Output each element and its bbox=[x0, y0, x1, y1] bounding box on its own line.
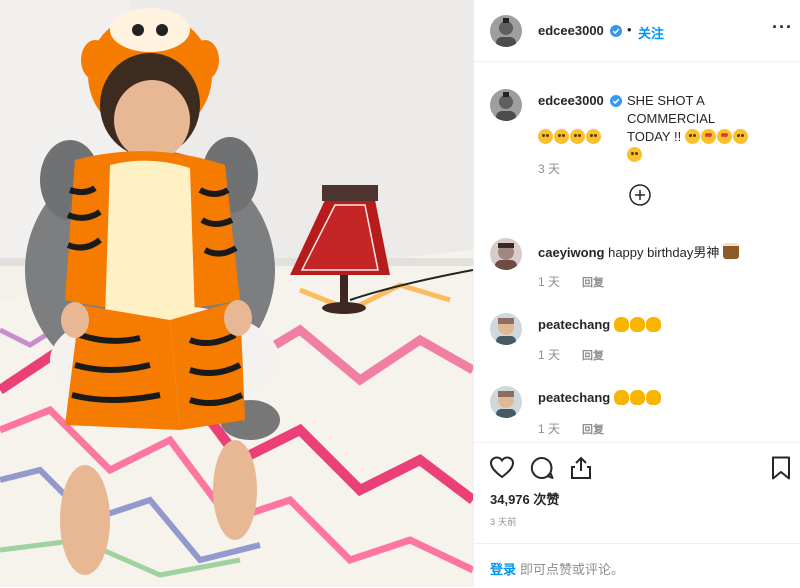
clap-emoji-icon bbox=[613, 390, 629, 405]
comment-item: peatechang bbox=[538, 317, 662, 332]
grinning-emoji-icon bbox=[684, 129, 700, 144]
login-prompt: 登录 即可点赞或评论。 bbox=[474, 543, 800, 588]
login-link[interactable]: 登录 bbox=[490, 559, 516, 578]
comment-item: caeyiwong happy birthday男神 bbox=[538, 242, 739, 261]
comment-icon[interactable] bbox=[529, 455, 555, 481]
heart-eyes-emoji-icon bbox=[700, 129, 716, 144]
tongue-emoji-icon bbox=[732, 129, 748, 144]
caption-time[interactable]: 3 天 bbox=[538, 160, 560, 177]
comment-username[interactable]: peatechang bbox=[538, 317, 610, 332]
caption-text: SHE SHOT A COMMERCIAL TODAY !! bbox=[627, 92, 757, 164]
clap-emoji-icon bbox=[613, 317, 629, 332]
comment-time[interactable]: 1 天 bbox=[538, 420, 560, 437]
load-more-icon[interactable] bbox=[629, 184, 651, 206]
blush-emoji-icon bbox=[554, 129, 569, 144]
clap-emoji-icon bbox=[629, 390, 645, 405]
post-header: edcee3000 • 关注 ··· bbox=[474, 0, 800, 62]
login-prompt-text: 即可点赞或评论。 bbox=[520, 562, 625, 577]
verified-badge-icon bbox=[610, 95, 622, 107]
reply-button[interactable]: 回复 bbox=[582, 421, 604, 437]
post-side-panel: edcee3000 • 关注 ··· edcee3000 SHE SHOT A … bbox=[473, 0, 800, 587]
clap-emoji-icon bbox=[645, 390, 661, 405]
post-photo[interactable] bbox=[0, 0, 473, 587]
reply-button[interactable]: 回复 bbox=[582, 274, 604, 290]
like-count[interactable]: 34,976 次赞 bbox=[490, 489, 559, 508]
comment-username[interactable]: peatechang bbox=[538, 390, 610, 405]
heart-eyes-emoji-icon bbox=[716, 129, 732, 144]
comment-time[interactable]: 1 天 bbox=[538, 273, 560, 290]
smiley-emoji-icon bbox=[627, 147, 642, 162]
more-options-icon[interactable]: ··· bbox=[772, 17, 793, 38]
reply-button[interactable]: 回复 bbox=[582, 347, 604, 363]
separator-dot: • bbox=[627, 22, 632, 37]
heart-icon[interactable] bbox=[489, 455, 515, 481]
author-avatar[interactable] bbox=[490, 15, 522, 47]
bookmark-icon[interactable] bbox=[768, 455, 794, 481]
caption-avatar[interactable] bbox=[490, 89, 522, 121]
instagram-post-view: edcee3000 • 关注 ··· edcee3000 SHE SHOT A … bbox=[0, 0, 800, 587]
comment-body: happy birthday男神 bbox=[608, 245, 720, 260]
commenter-avatar[interactable] bbox=[490, 238, 522, 270]
photo-illustration bbox=[0, 0, 473, 587]
commenter-avatar[interactable] bbox=[490, 313, 522, 345]
post-timestamp: 3 天前 bbox=[490, 517, 517, 527]
yum-emoji-icon bbox=[570, 129, 585, 144]
author-username[interactable]: edcee3000 bbox=[538, 23, 604, 38]
hug-emoji-icon bbox=[586, 129, 601, 144]
share-icon[interactable] bbox=[568, 455, 594, 481]
comment-time[interactable]: 1 天 bbox=[538, 346, 560, 363]
comment-username[interactable]: caeyiwong bbox=[538, 245, 604, 260]
commenter-avatar[interactable] bbox=[490, 386, 522, 418]
clap-emoji-icon bbox=[645, 317, 661, 332]
verified-badge-icon bbox=[610, 25, 622, 37]
cake-emoji-icon bbox=[723, 243, 739, 259]
clap-emoji-icon bbox=[629, 317, 645, 332]
comment-item: peatechang bbox=[538, 390, 662, 405]
caption-emojis-line2 bbox=[538, 128, 602, 146]
sweat-smile-emoji-icon bbox=[538, 129, 553, 144]
follow-button[interactable]: 关注 bbox=[638, 23, 664, 42]
post-actions: 34,976 次赞 3 天前 登录 即可点赞或评论。 bbox=[474, 442, 800, 587]
caption-username[interactable]: edcee3000 bbox=[538, 93, 604, 108]
